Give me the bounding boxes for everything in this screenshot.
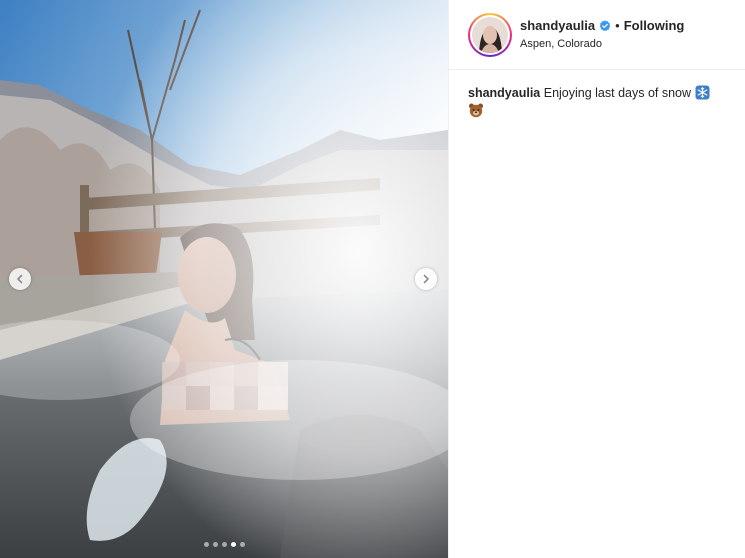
bear-icon	[469, 103, 483, 118]
following-button[interactable]: Following	[624, 18, 685, 34]
carousel-indicator	[0, 542, 448, 547]
post-caption: shandyaulia Enjoying last days of snow	[449, 70, 745, 120]
carousel-dot	[212, 542, 218, 547]
carousel-dot	[203, 542, 209, 547]
next-slide-button[interactable]	[415, 268, 437, 290]
chevron-left-icon	[17, 274, 23, 284]
post-media[interactable]	[0, 0, 448, 558]
post-header: shandyaulia • Following Aspen, Colorado	[449, 0, 745, 70]
caption-username-link[interactable]: shandyaulia	[468, 86, 540, 100]
location-link[interactable]: Aspen, Colorado	[520, 37, 684, 51]
header-separator: •	[615, 18, 620, 33]
header-username-link[interactable]: shandyaulia	[520, 18, 595, 34]
post-viewer: shandyaulia • Following Aspen, Colorado …	[0, 0, 745, 558]
chevron-right-icon	[423, 274, 429, 284]
post-sidebar: shandyaulia • Following Aspen, Colorado …	[448, 0, 745, 558]
profile-photo	[472, 16, 508, 53]
carousel-dot	[221, 542, 227, 547]
verified-badge-icon	[599, 20, 611, 32]
avatar[interactable]	[468, 12, 512, 57]
previous-slide-button[interactable]	[9, 268, 31, 290]
caption-text: Enjoying last days of snow	[543, 86, 692, 100]
carousel-dot	[239, 542, 245, 547]
snowflake-icon	[695, 85, 710, 100]
carousel-dot-active	[230, 542, 236, 547]
post-photo	[0, 0, 448, 558]
